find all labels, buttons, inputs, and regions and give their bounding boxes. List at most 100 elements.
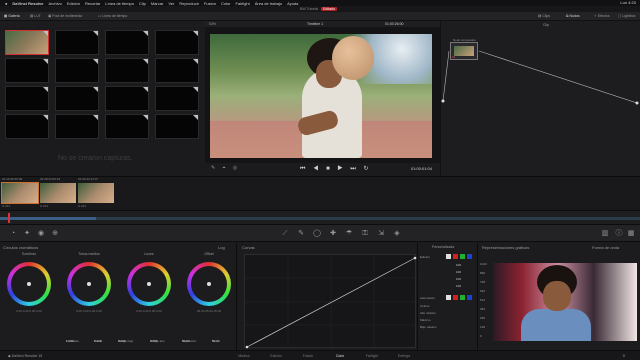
clip-thumbnail[interactable] [40,183,76,203]
gallery-still[interactable] [55,114,99,139]
page-color[interactable]: Color [326,354,354,358]
curve-editor[interactable] [244,254,417,349]
toolbar-lut-button[interactable]: ▤ LUT [30,14,41,18]
scope-type[interactable]: Forma de onda [592,245,619,250]
custom-value[interactable]: 100 [456,277,461,281]
transport-controls[interactable]: ⏮ ◀ ■ ▶ ⏭ ↻ [300,165,372,173]
page-fusion[interactable]: Fusion [294,354,322,358]
viewer-zoom[interactable]: 53% [209,22,216,26]
hdr-icon[interactable]: ⊕ [50,229,60,239]
toolbar-lightbox-button[interactable]: ▢ Lightbox [618,14,636,18]
clip-thumbnail[interactable] [78,183,114,203]
gallery-still[interactable] [5,30,49,55]
apple-icon[interactable]: ● [5,1,7,6]
menu-clip[interactable]: Clip [139,1,146,6]
color-wheel[interactable] [127,262,171,306]
viewer-tool-icons[interactable]: ✎ ⌖ ◎ [211,165,240,171]
timeline-track[interactable] [0,217,640,220]
menu-app[interactable]: DaVinci Resolve [12,1,43,6]
custom-value[interactable]: 100 [456,270,461,274]
toolbar-gallery-button[interactable]: ▦ Galería [4,14,20,18]
gallery-still[interactable] [55,58,99,83]
toolbar-nodes-button[interactable]: ⧉ Nodos [566,14,580,18]
3d-icon[interactable]: ◈ [392,229,402,239]
color-match-icon[interactable]: ✦ [22,229,32,239]
tracker-icon[interactable]: ✚ [328,229,338,239]
gallery-still[interactable] [55,30,99,55]
clip-codec: H.264 [40,204,49,208]
page-fairlight[interactable]: Fairlight [358,354,386,358]
page-edit[interactable]: Edición [262,354,290,358]
curves-icon[interactable]: ⟋ [280,229,290,239]
window-icon[interactable]: ◯ [312,229,322,239]
grade-node[interactable]: 01 [450,42,478,60]
soft-blue-swatch[interactable] [467,295,472,300]
blur-icon[interactable]: ☂ [344,229,354,239]
soft-white-swatch[interactable] [446,295,451,300]
soft-green-swatch[interactable] [460,295,465,300]
clip-thumbnail[interactable] [1,182,39,204]
gallery-still[interactable] [155,58,199,83]
clip-codec: H.264 [78,204,87,208]
menu-fusion[interactable]: Fusion [204,1,216,6]
gallery-still[interactable] [105,58,149,83]
sizing-icon[interactable]: ⇲ [376,229,386,239]
playhead[interactable] [8,213,10,223]
menu-workspace[interactable]: Área de trabajo [255,1,282,6]
menu-mark[interactable]: Marcar [151,1,163,6]
gallery-still[interactable] [155,30,199,55]
menu-view[interactable]: Ver [168,1,174,6]
video-frame[interactable] [210,34,432,158]
key-icon[interactable]: ⚿ [360,229,370,239]
camera-raw-icon[interactable]: ◔ [8,229,18,239]
page-media[interactable]: Medios [230,354,258,358]
color-wheel[interactable] [67,262,111,306]
mini-timeline[interactable] [0,210,640,224]
gallery-still[interactable] [55,86,99,111]
gallery-still[interactable] [105,30,149,55]
menu-file[interactable]: Archivo [48,1,61,6]
timeline-clip-segment[interactable] [0,217,96,220]
qualifier-icon[interactable]: ✎ [296,229,306,239]
scopes-icon[interactable]: ▥ [600,229,610,239]
node-number: 01 [452,55,456,59]
channel-blue-swatch[interactable] [467,254,472,259]
soft-red-swatch[interactable] [453,295,458,300]
gallery-still[interactable] [5,58,49,83]
wheels-mode[interactable]: Log [218,245,225,250]
custom-value[interactable]: 100 [456,263,461,267]
timeline-name[interactable]: Timeline 1 [307,22,323,26]
wheel-values: 0.00 0.00 0.00 0.00 [136,309,162,313]
toolbar-clips-button[interactable]: ▤ Clips [538,14,550,18]
channel-white-swatch[interactable] [446,254,451,259]
custom-value[interactable]: 100 [456,284,461,288]
menu-trim[interactable]: Recortar [85,1,100,6]
gallery-still[interactable] [105,86,149,111]
toolbar-timeline-button[interactable]: ▭ Línea de tiempo [98,14,127,18]
toolbar-effects-button[interactable]: ✧ Efectos [594,14,610,18]
channel-green-swatch[interactable] [460,254,465,259]
menu-timeline[interactable]: Línea de tiempo [105,1,134,6]
wheel-label: Offset [204,252,214,256]
grid-icon[interactable]: ▦ [626,229,636,239]
gallery-still[interactable] [5,86,49,111]
menu-fairlight[interactable]: Fairlight [236,1,250,6]
info-icon[interactable]: ⓘ [614,229,624,239]
color-wheel[interactable] [7,262,51,306]
project-title: BW Tutorial [300,7,319,11]
gallery-still[interactable] [155,86,199,111]
menu-edit[interactable]: Edición [67,1,80,6]
toolbar-media-pool-button[interactable]: ▣ Pool de multimedia [48,14,82,18]
menu-help[interactable]: Ayuda [287,1,298,6]
edited-badge: Editado [321,7,337,11]
color-wheels-icon[interactable]: ◉ [36,229,46,239]
page-deliver[interactable]: Entrega [390,354,418,358]
gallery-still[interactable] [105,114,149,139]
menu-playback[interactable]: Reproducir [179,1,199,6]
channel-red-swatch[interactable] [453,254,458,259]
settings-icon[interactable]: ⚙ [610,354,638,358]
gallery-still[interactable] [155,114,199,139]
gallery-still[interactable] [5,114,49,139]
color-wheel[interactable] [187,262,231,306]
menu-color[interactable]: Color [221,1,231,6]
